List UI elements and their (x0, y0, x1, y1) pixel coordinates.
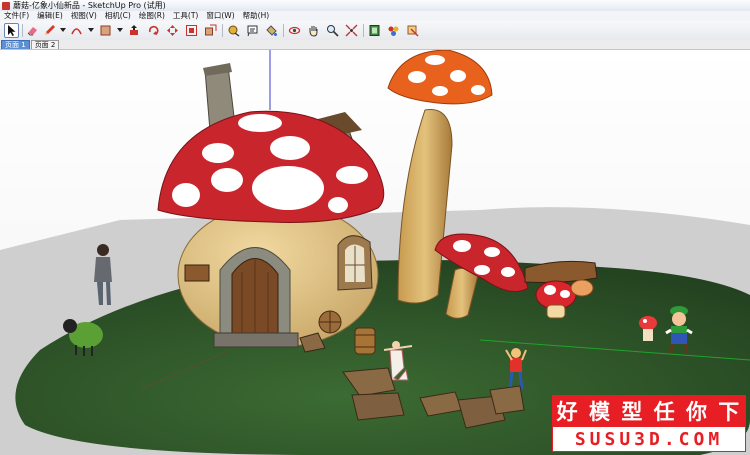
pencil-icon[interactable] (42, 23, 57, 38)
zoom-icon[interactable] (325, 23, 340, 38)
menu-view[interactable]: 视图(V) (67, 11, 101, 21)
watermark-char: 型 (621, 399, 645, 424)
menu-edit[interactable]: 编辑(E) (33, 11, 67, 21)
house-window (337, 235, 373, 291)
menu-camera[interactable]: 相机(C) (101, 11, 135, 21)
toolbar-separator (22, 24, 23, 37)
paint-bucket-icon[interactable] (264, 23, 279, 38)
arc-icon[interactable] (69, 23, 84, 38)
wooden-barrel (354, 327, 376, 355)
watermark-slogan: 好 模 型 任 你 下 (552, 395, 746, 426)
watermark-char: 下 (718, 399, 742, 424)
watermark-char: 你 (685, 399, 709, 424)
text-label-icon[interactable] (245, 23, 260, 38)
tape-measure-icon[interactable] (226, 23, 241, 38)
pan-hand-icon[interactable] (306, 23, 321, 38)
move-icon[interactable] (165, 23, 180, 38)
select-tool-icon[interactable] (4, 23, 19, 38)
arc-dropdown-arrow-icon[interactable] (88, 28, 94, 32)
watermark-char: 好 (556, 399, 580, 424)
offset-icon[interactable] (184, 23, 199, 38)
scale-icon[interactable] (203, 23, 218, 38)
main-toolbar (0, 21, 750, 41)
scene-tab-bar: 页面 1 页面 2 (0, 40, 750, 50)
rectangle-icon[interactable] (98, 23, 113, 38)
pencil-dropdown-arrow-icon[interactable] (60, 28, 66, 32)
section-plane-icon[interactable] (405, 23, 420, 38)
menu-help[interactable]: 帮助(H) (239, 11, 274, 21)
toolbar-separator (283, 24, 284, 37)
watermark-url: SUSU3D.COM (552, 426, 746, 452)
menu-window[interactable]: 窗口(W) (202, 11, 238, 21)
window-title: 蘑菇-亿象小仙新品 - SketchUp Pro (试用) (13, 0, 166, 10)
materials-icon[interactable] (386, 23, 401, 38)
sketchup-app-icon (2, 1, 10, 10)
toolbar-separator (363, 24, 364, 37)
scene-tab-2[interactable]: 页面 2 (30, 40, 60, 49)
menu-file[interactable]: 文件(F) (0, 11, 33, 21)
menu-tools[interactable]: 工具(T) (169, 11, 202, 21)
scene-tab-1[interactable]: 页面 1 (1, 40, 30, 49)
toolbar-separator (222, 24, 223, 37)
push-pull-icon[interactable] (127, 23, 142, 38)
zoom-extents-icon[interactable] (344, 23, 359, 38)
eraser-icon[interactable] (25, 23, 40, 38)
watermark-char: 模 (588, 399, 612, 424)
rotate-icon[interactable] (146, 23, 161, 38)
watermark-char: 任 (653, 399, 677, 424)
orbit-icon[interactable] (287, 23, 302, 38)
watermark-banner: 好 模 型 任 你 下 SUSU3D.COM (552, 395, 746, 452)
components-icon[interactable] (367, 23, 382, 38)
rectangle-dropdown-arrow-icon[interactable] (117, 28, 123, 32)
menu-draw[interactable]: 绘图(R) (135, 11, 169, 21)
house-sign (184, 264, 210, 282)
